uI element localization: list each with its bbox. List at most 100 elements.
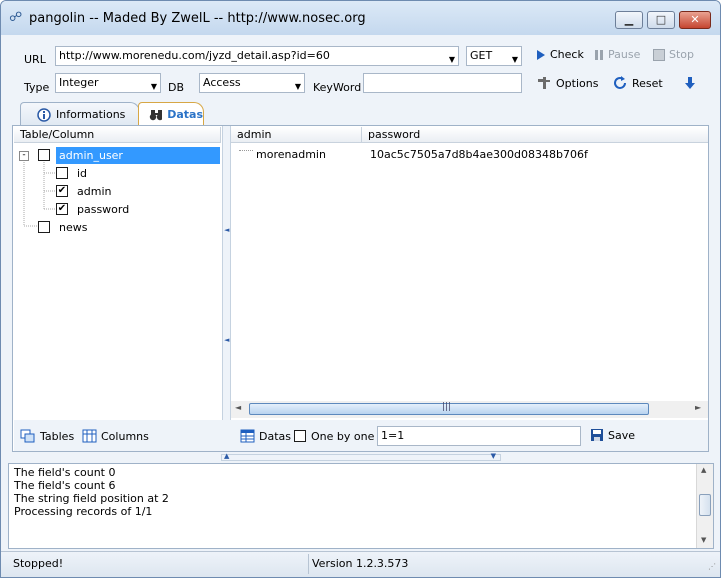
tree-node-admin-user[interactable]: admin_user (59, 149, 123, 162)
tools-icon (538, 77, 550, 89)
tables-button[interactable]: Tables (20, 429, 74, 443)
tab-datas[interactable]: Datas (138, 102, 204, 126)
log-vertical-scrollbar[interactable]: ▲ ▼ (696, 464, 713, 548)
tab-informations[interactable]: Informations (20, 102, 140, 126)
tab-informations-label: Informations (56, 108, 126, 121)
main-window: ☍ pangolin -- Maded By ZwelL -- http://w… (0, 0, 721, 578)
vertical-splitter[interactable]: ◄ ◄ (222, 126, 231, 451)
scroll-up-icon[interactable]: ▲ (701, 466, 706, 474)
splitter-arrow-icon: ◄ (224, 226, 230, 234)
one-by-one-checkbox[interactable] (294, 430, 306, 442)
close-button[interactable]: ✕ (679, 11, 711, 29)
cell-password: 10ac5c7505a7d8b4ae300d08348b706f (370, 148, 588, 161)
save-label: Save (608, 428, 636, 442)
log-line: The field's count 0 (14, 466, 116, 479)
url-combobox[interactable]: http://www.morenedu.com/jyzd_detail.asp?… (55, 46, 459, 66)
keyword-label: KeyWord (313, 81, 362, 94)
options-button[interactable]: Options (536, 76, 598, 90)
type-select[interactable]: Integer ▼ (55, 73, 161, 93)
cell-admin: morenadmin (256, 148, 326, 161)
options-label: Options (556, 76, 599, 90)
collapse-toggle[interactable]: - (19, 151, 29, 161)
stop-icon (653, 48, 665, 61)
splitter-down-icon: ▼ (490, 452, 496, 460)
chevron-down-icon[interactable]: ▼ (151, 78, 157, 92)
grid-header-admin[interactable]: admin (231, 127, 362, 143)
tree-node-admin[interactable]: admin (77, 185, 111, 198)
columns-label: Columns (101, 429, 149, 443)
checkbox-admin-user[interactable] (38, 149, 50, 161)
app-icon: ☍ (9, 10, 23, 25)
stop-label: Stop (669, 48, 695, 61)
window-title: pangolin -- Maded By ZwelL -- http://www… (29, 11, 366, 26)
resize-grip-icon[interactable]: ⋰ (708, 562, 716, 571)
chevron-down-icon[interactable]: ▼ (512, 51, 518, 65)
log-line: The field's count 6 (14, 479, 116, 492)
tables-label: Tables (40, 429, 75, 443)
refresh-icon (614, 76, 626, 89)
scroll-thumb[interactable]: ||| (249, 402, 649, 415)
status-divider (308, 554, 309, 574)
play-icon (537, 49, 545, 60)
checkbox-password[interactable]: ✔ (56, 203, 68, 215)
save-icon (591, 429, 603, 441)
tables-icon (20, 429, 35, 443)
reset-label: Reset (632, 76, 663, 90)
checkbox-admin[interactable]: ✔ (56, 185, 68, 197)
info-icon (37, 107, 51, 122)
check-button[interactable]: Check (536, 48, 584, 61)
pause-icon (595, 49, 603, 60)
scroll-down-icon[interactable]: ▼ (701, 536, 706, 544)
pause-button[interactable]: Pause (594, 48, 640, 61)
save-button[interactable]: Save (590, 428, 635, 442)
scroll-thumb[interactable] (699, 494, 711, 516)
log-line: Processing records of 1/1 (14, 505, 153, 518)
grip-icon: ||| (442, 402, 452, 412)
horizontal-splitter[interactable]: ▲ ▼ (221, 452, 501, 461)
tree-node-id[interactable]: id (77, 167, 87, 180)
datas-button[interactable]: Datas (240, 429, 291, 443)
minimize-button[interactable]: ▁ (615, 11, 643, 29)
filter-input[interactable]: 1=1 (377, 426, 581, 446)
datas-panel: Table/Column - admin_user id ✔ admin ✔ p… (12, 125, 709, 452)
data-grid[interactable]: admin password morenadmin 10ac5c7505a7d8… (231, 127, 708, 420)
scroll-right-icon[interactable]: ► (695, 403, 701, 412)
checkbox-id[interactable] (56, 167, 68, 179)
scroll-left-icon[interactable]: ◄ (235, 403, 241, 412)
title-bar[interactable]: ☍ pangolin -- Maded By ZwelL -- http://w… (1, 1, 720, 35)
method-select[interactable]: GET ▼ (466, 46, 522, 66)
reset-button[interactable]: Reset (613, 76, 663, 90)
go-down-button[interactable] (684, 76, 696, 90)
table-column-tree[interactable]: Table/Column - admin_user id ✔ admin ✔ p… (14, 127, 221, 420)
type-value: Integer (59, 76, 99, 89)
chevron-down-icon[interactable]: ▼ (449, 51, 455, 65)
pause-label: Pause (608, 48, 641, 61)
columns-icon (82, 429, 97, 443)
tree-node-password[interactable]: password (77, 203, 129, 216)
log-panel[interactable]: The field's count 0 The field's count 6 … (8, 463, 714, 549)
checkbox-news[interactable] (38, 221, 50, 233)
chevron-down-icon[interactable]: ▼ (295, 78, 301, 92)
splitter-arrow-icon: ◄ (224, 336, 230, 344)
method-value: GET (470, 49, 493, 62)
grid-horizontal-scrollbar[interactable]: ◄ ||| ► (231, 401, 708, 418)
check-label: Check (550, 48, 584, 61)
db-label: DB (168, 81, 185, 94)
grid-icon (240, 429, 255, 443)
db-select[interactable]: Access ▼ (199, 73, 305, 93)
stop-button[interactable]: Stop (653, 48, 694, 61)
arrow-down-icon (685, 77, 695, 89)
type-label: Type (24, 81, 50, 94)
tree-node-news[interactable]: news (59, 221, 87, 234)
row-connector (239, 150, 253, 151)
table-row[interactable]: morenadmin 10ac5c7505a7d8b4ae300d08348b7… (231, 146, 708, 163)
datas-label: Datas (259, 429, 291, 443)
keyword-input[interactable] (363, 73, 522, 93)
columns-button[interactable]: Columns (82, 429, 149, 443)
status-state: Stopped! (13, 557, 64, 570)
db-value: Access (203, 76, 241, 89)
url-value: http://www.morenedu.com/jyzd_detail.asp?… (59, 49, 330, 62)
maximize-button[interactable]: □ (647, 11, 675, 29)
grid-header-password[interactable]: password (362, 127, 708, 143)
url-label: URL (24, 53, 46, 66)
